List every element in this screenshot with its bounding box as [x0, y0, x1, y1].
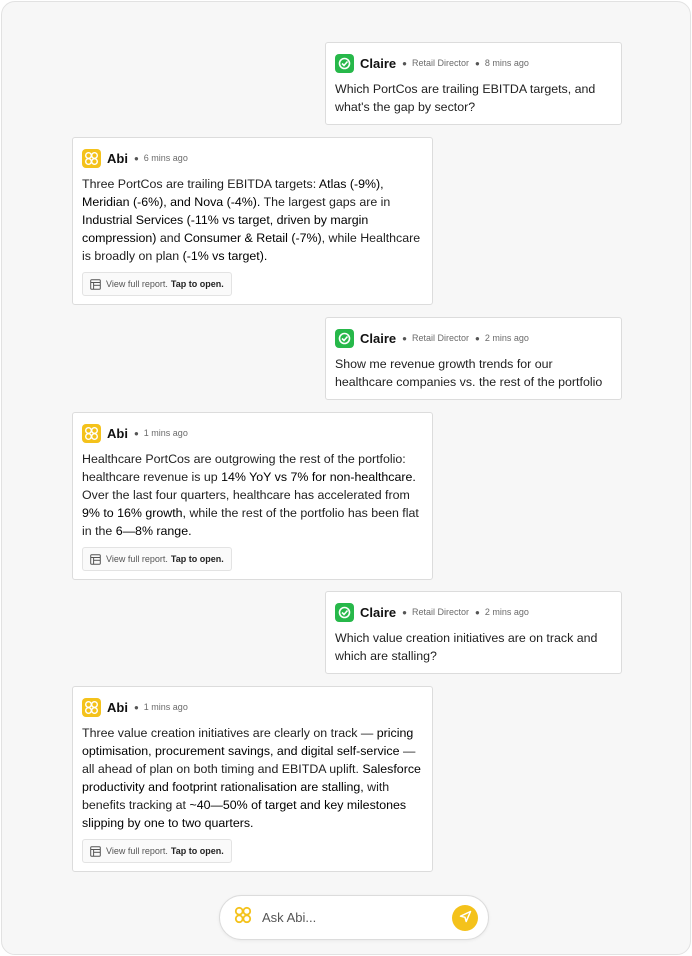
- assistant-message: Abi ● 1 mins ago Healthcare PortCos are …: [72, 412, 433, 580]
- separator-dot: ●: [475, 607, 480, 617]
- abi-avatar-icon: [82, 697, 101, 717]
- body-text: Over the last four quarters, healthcare …: [82, 488, 410, 502]
- message-text: Three value creation initiatives are cle…: [82, 724, 421, 832]
- body-text: The largest gaps are in: [260, 195, 391, 209]
- sender-name: Abi: [107, 699, 128, 715]
- abi-avatar-icon: [82, 423, 101, 443]
- chat-frame: Claire ● Retail Director ● 8 mins ago Wh…: [1, 1, 691, 955]
- message-text: Three PortCos are trailing EBITDA target…: [82, 175, 421, 265]
- report-label: View full report.: [106, 554, 168, 564]
- claire-avatar-icon: [335, 328, 354, 348]
- separator-dot: ●: [402, 333, 407, 343]
- composer: [219, 895, 489, 940]
- report-icon: [90, 553, 101, 565]
- abi-logo-icon: [234, 906, 252, 929]
- abi-avatar-icon: [82, 148, 101, 168]
- report-tap-label: Tap to open.: [170, 279, 224, 289]
- view-report-button[interactable]: View full report. Tap to open.: [82, 547, 232, 571]
- separator-dot: ●: [475, 58, 480, 68]
- user-message: Claire ● Retail Director ● 8 mins ago Wh…: [325, 42, 622, 125]
- claire-avatar-icon: [335, 53, 354, 73]
- assistant-message: Abi ● 1 mins ago Three value creation in…: [72, 686, 433, 872]
- assistant-message: Abi ● 6 mins ago Three PortCos are trail…: [72, 137, 433, 305]
- sender-name: Claire: [360, 330, 397, 346]
- sender-name: Abi: [107, 425, 128, 441]
- sender-name: Abi: [107, 150, 128, 166]
- message-text: Show me revenue growth trends for our he…: [335, 357, 603, 389]
- user-message: Claire ● Retail Director ● 2 mins ago Wh…: [325, 591, 622, 674]
- report-label: View full report.: [106, 279, 168, 289]
- timestamp: 1 mins ago: [143, 428, 188, 438]
- body-text: Three PortCos are trailing EBITDA target…: [82, 177, 319, 191]
- message-text: Healthcare PortCos are outgrowing the re…: [82, 450, 421, 540]
- sender-name: Claire: [360, 604, 397, 620]
- report-icon: [90, 278, 101, 290]
- sender-name: Claire: [360, 55, 397, 71]
- ask-input[interactable]: [262, 910, 452, 925]
- sender-role: Retail Director: [411, 58, 469, 68]
- sender-role: Retail Director: [411, 333, 469, 343]
- highlight-text: 9% to 16% growth,: [82, 506, 187, 520]
- message-text: Which PortCos are trailing EBITDA target…: [335, 82, 596, 114]
- separator-dot: ●: [133, 702, 139, 712]
- timestamp: 6 mins ago: [143, 153, 188, 163]
- view-report-button[interactable]: View full report. Tap to open.: [82, 272, 232, 296]
- separator-dot: ●: [402, 58, 407, 68]
- sender-role: Retail Director: [411, 607, 469, 617]
- highlight-text: Consumer & Retail (-7%): [183, 231, 322, 245]
- timestamp: 2 mins ago: [484, 333, 529, 343]
- timestamp: 1 mins ago: [143, 702, 188, 712]
- highlight-text: 6—8% range.: [115, 524, 192, 538]
- highlight-text: (-1% vs target).: [182, 249, 268, 263]
- view-report-button[interactable]: View full report. Tap to open.: [82, 839, 232, 863]
- send-icon: [459, 910, 472, 926]
- body-text: Three value creation initiatives are cle…: [82, 726, 377, 740]
- report-tap-label: Tap to open.: [170, 846, 224, 856]
- report-label: View full report.: [106, 846, 168, 856]
- report-tap-label: Tap to open.: [170, 554, 224, 564]
- user-message: Claire ● Retail Director ● 2 mins ago Sh…: [325, 317, 622, 400]
- timestamp: 8 mins ago: [484, 58, 529, 68]
- timestamp: 2 mins ago: [484, 607, 529, 617]
- separator-dot: ●: [133, 153, 139, 163]
- separator-dot: ●: [475, 333, 480, 343]
- highlight-text: 14% YoY vs 7% for non-healthcare.: [221, 470, 416, 484]
- body-text: and: [156, 231, 184, 245]
- separator-dot: ●: [133, 428, 139, 438]
- report-icon: [90, 845, 101, 857]
- separator-dot: ●: [402, 607, 407, 617]
- message-text: Which value creation initiatives are on …: [335, 631, 598, 663]
- send-button[interactable]: [452, 904, 478, 931]
- claire-avatar-icon: [335, 602, 354, 622]
